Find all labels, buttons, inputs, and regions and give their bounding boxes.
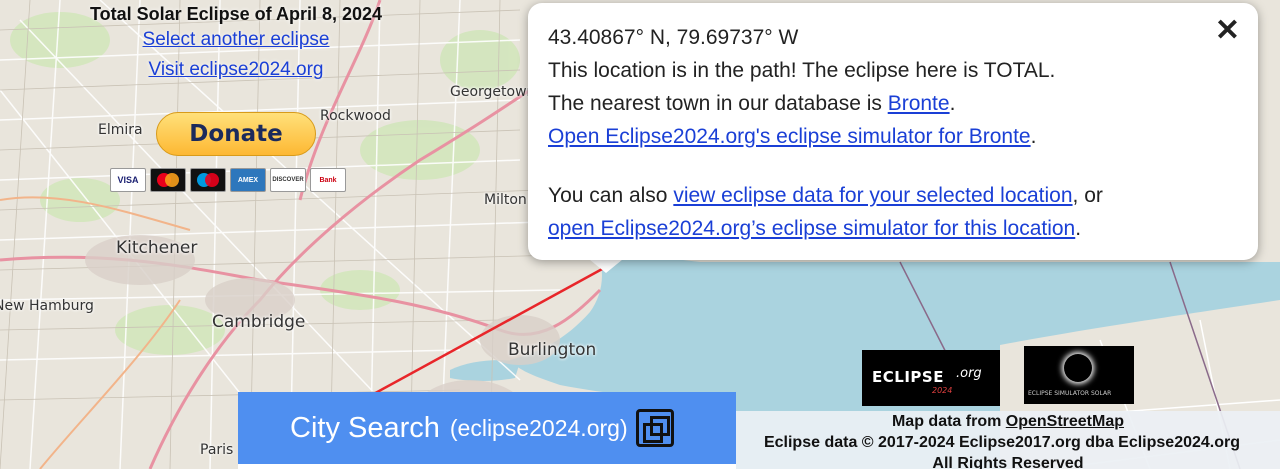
popup-spacer — [548, 153, 1240, 179]
donate-button[interactable]: Donate — [156, 112, 316, 156]
payment-cards: VISA AMEX DISCOVER Bank — [110, 168, 346, 192]
city-search-label: City Search — [290, 411, 440, 444]
page-title: Total Solar Eclipse of April 8, 2024 — [89, 4, 383, 24]
map-label-milton: Milton — [484, 192, 527, 208]
attribution-line-2: Eclipse data © 2017-2024 Eclipse2017.org… — [763, 434, 1241, 451]
attribution-line-1: Map data from OpenStreetMap — [891, 413, 1125, 430]
simulator-location-link[interactable]: open Eclipse2024.org’s eclipse simulator… — [548, 217, 1075, 240]
map-label-kitchener: Kitchener — [116, 238, 198, 258]
map-label-paris: Paris — [200, 442, 234, 458]
nearest-town-link[interactable]: Bronte — [888, 92, 950, 115]
city-search-sublabel: (eclipse2024.org) — [449, 414, 628, 441]
close-icon[interactable]: ✕ — [1215, 13, 1240, 48]
amex-card-icon: AMEX — [230, 168, 266, 192]
map-attribution: Map data from OpenStreetMap Eclipse data… — [736, 411, 1280, 469]
eclipse-header: Total Solar Eclipse of April 8, 2024 Sel… — [40, 4, 432, 85]
location-popup: ✕ 43.40867° N, 79.69737° W This location… — [528, 3, 1258, 260]
city-search-button[interactable]: City Search (eclipse2024.org) — [238, 392, 736, 464]
open-window-icon — [635, 409, 674, 447]
mastercard-icon — [150, 168, 186, 192]
popup-simulator-location: open Eclipse2024.org’s eclipse simulator… — [548, 217, 1082, 240]
map-label-cambridge: Cambridge — [212, 312, 306, 332]
visa-card-icon: VISA — [110, 168, 146, 192]
popup-path-status: This location is in the path! The eclips… — [548, 59, 1056, 82]
discover-card-icon: DISCOVER — [270, 168, 306, 192]
bank-card-icon: Bank — [310, 168, 346, 192]
popup-nearest-town: The nearest town in our database is Bron… — [548, 92, 956, 115]
visit-eclipse2024-link[interactable]: Visit eclipse2024.org — [40, 55, 432, 85]
popup-also: You can also view eclipse data for your … — [548, 184, 1103, 207]
map-label-elmira: Elmira — [98, 122, 143, 138]
eclipse-simulator-logo[interactable]: ECLIPSE SIMULATOR SOLAR — [1024, 346, 1134, 404]
popup-simulator-town: Open Eclipse2024.org's eclipse simulator… — [548, 125, 1037, 148]
eclipse-org-logo[interactable]: ECLIPSE .org 2024 — [862, 350, 1000, 406]
maestro-card-icon — [190, 168, 226, 192]
city-search-bottom — [238, 464, 736, 469]
openstreetmap-link[interactable]: OpenStreetMap — [1006, 413, 1124, 430]
view-eclipse-data-link[interactable]: view eclipse data for your selected loca… — [673, 184, 1072, 207]
eclipse-sun-icon — [1064, 354, 1092, 382]
attribution-line-3: All Rights Reserved — [932, 455, 1084, 469]
map-label-rockwood: Rockwood — [320, 108, 391, 124]
simulator-town-link[interactable]: Open Eclipse2024.org's eclipse simulator… — [548, 125, 1031, 148]
select-another-eclipse-link[interactable]: Select another eclipse — [40, 25, 432, 55]
map-label-burlington: Burlington — [508, 340, 597, 360]
popup-coordinates: 43.40867° N, 79.69737° W — [548, 26, 799, 49]
map-label-georgetown: Georgetown — [450, 84, 536, 100]
map-label-new-hamburg: New Hamburg — [0, 298, 94, 314]
